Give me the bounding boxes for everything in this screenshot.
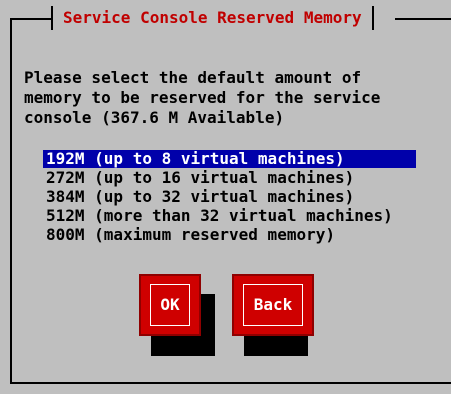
dialog-description: Please select the default amount of memo… [24,68,381,127]
back-button-wrapper: Back [232,274,314,356]
dialog-title: Service Console Reserved Memory [63,8,362,27]
memory-option-384m[interactable]: 384M (up to 32 virtual machines) [43,188,427,206]
ok-button-wrapper: OK [139,274,215,356]
memory-option-192m[interactable]: 192M (up to 8 virtual machines) [43,150,416,168]
dialog-frame-bottom [10,382,451,384]
dialog-title-bar: Service Console Reserved Memory [51,6,395,30]
service-console-memory-dialog: Service Console Reserved Memory Please s… [0,0,451,394]
dialog-frame-left [10,18,12,382]
memory-option-272m[interactable]: 272M (up to 16 virtual machines) [43,169,427,187]
back-button-label: Back [243,284,303,326]
ok-button-label: OK [150,284,190,326]
title-divider-right [371,6,374,30]
memory-options-list: 192M (up to 8 virtual machines) 272M (up… [43,150,427,245]
dialog-frame-top-left [10,18,51,20]
back-button[interactable]: Back [232,274,314,336]
memory-option-800m[interactable]: 800M (maximum reserved memory) [43,226,427,244]
dialog-frame-top-right [395,18,451,20]
ok-button[interactable]: OK [139,274,201,336]
memory-option-512m[interactable]: 512M (more than 32 virtual machines) [43,207,427,225]
